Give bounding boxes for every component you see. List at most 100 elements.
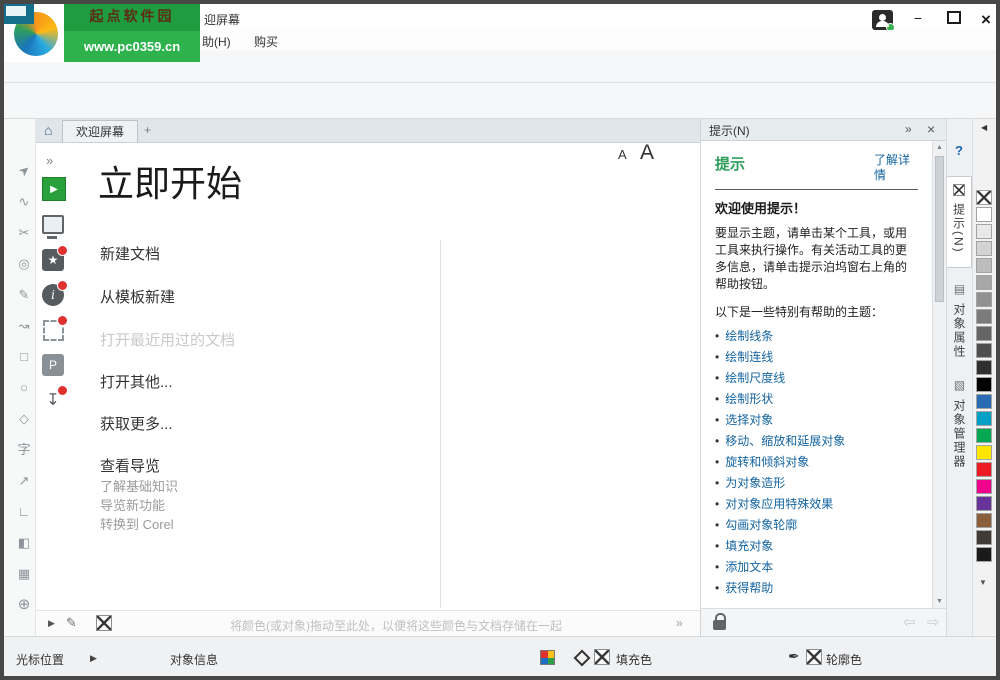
lock-icon[interactable] xyxy=(713,620,726,630)
topic-link[interactable]: 绘制连线 xyxy=(725,347,773,368)
color-swatch[interactable] xyxy=(976,411,992,426)
hints-topics-heading: 以下是一些特别有帮助的主题： xyxy=(715,303,918,320)
freehand-tool[interactable]: ✎ xyxy=(12,282,36,306)
color-swatch[interactable] xyxy=(976,496,992,511)
shape-tool[interactable]: ∿ xyxy=(12,189,36,213)
cursor-flyout-button[interactable]: ▶ xyxy=(90,653,97,664)
nav-membership[interactable]: P xyxy=(42,354,64,376)
polygon-tool[interactable]: ◇ xyxy=(12,406,36,430)
palette-flyout-button[interactable]: ▶ xyxy=(48,618,55,629)
color-swatch[interactable] xyxy=(976,258,992,273)
no-color-swatch[interactable] xyxy=(96,615,112,631)
topic-link[interactable]: 为对象造形 xyxy=(725,473,785,494)
topic-link[interactable]: 获得帮助 xyxy=(725,578,773,599)
docker-collapse-button[interactable]: » xyxy=(905,122,912,136)
artistic-media-tool[interactable]: ↝ xyxy=(12,313,36,337)
color-swatch[interactable] xyxy=(976,462,992,477)
color-swatch[interactable] xyxy=(976,207,992,222)
color-swatch[interactable] xyxy=(976,377,992,392)
tab-welcome-screen[interactable]: 欢迎屏幕 xyxy=(62,120,138,142)
color-swatch[interactable] xyxy=(976,190,992,205)
back-button[interactable]: ⇦ xyxy=(903,613,916,631)
crop-tool[interactable]: ✂ xyxy=(12,220,36,244)
scroll-up-button[interactable]: ▲ xyxy=(936,144,943,151)
link-open-other[interactable]: 打开其他... xyxy=(100,371,173,392)
link-get-more[interactable]: 获取更多... xyxy=(100,413,173,434)
topic-link[interactable]: 旋转和倾斜对象 xyxy=(725,452,809,473)
menu-item-help[interactable]: 助(H) xyxy=(202,33,231,50)
link-tour-new-features[interactable]: 导览新功能 xyxy=(100,495,165,514)
maximize-button[interactable] xyxy=(942,11,966,26)
color-swatch[interactable] xyxy=(976,445,992,460)
color-swatch[interactable] xyxy=(976,530,992,545)
topic-link[interactable]: 填充对象 xyxy=(725,536,773,557)
link-learn-basics[interactable]: 了解基础知识 xyxy=(100,476,178,495)
nav-learning[interactable]: i xyxy=(42,284,64,306)
topic-link[interactable]: 选择对象 xyxy=(725,410,773,431)
palette-overflow-button[interactable]: » xyxy=(676,616,683,630)
learn-more-link[interactable]: 了解详情 xyxy=(874,153,918,183)
fill-color-swatch[interactable] xyxy=(594,649,610,665)
topic-link[interactable]: 绘制线条 xyxy=(725,326,773,347)
document-palette-icon[interactable] xyxy=(540,650,555,665)
connector-tool[interactable]: ∟ xyxy=(12,499,36,523)
interactive-fill-tool[interactable]: ◧ xyxy=(12,530,36,554)
color-swatch[interactable] xyxy=(976,547,992,562)
topic-link[interactable]: 绘制尺度线 xyxy=(725,368,785,389)
side-tab-object-manager[interactable]: ▧ 对象管理器 xyxy=(947,371,972,479)
topic-link[interactable]: 添加文本 xyxy=(725,557,773,578)
scroll-down-button[interactable]: ▼ xyxy=(936,598,943,605)
close-button[interactable]: × xyxy=(974,11,998,28)
scrollbar-thumb[interactable] xyxy=(935,156,944,302)
color-swatch[interactable] xyxy=(976,224,992,239)
docker-scrollbar[interactable]: ▲ ▼ xyxy=(932,141,946,608)
zoom-tool[interactable]: ◎ xyxy=(12,251,36,275)
docker-close-button[interactable]: × xyxy=(927,121,935,137)
color-swatch[interactable] xyxy=(976,479,992,494)
color-swatch[interactable] xyxy=(976,513,992,528)
link-switch-to-corel[interactable]: 转换到 Corel xyxy=(100,514,174,533)
link-new-from-template[interactable]: 从模板新建 xyxy=(100,286,175,307)
topic-link[interactable]: 移动、缩放和延展对象 xyxy=(725,431,845,452)
parallel-dimension-tool[interactable]: ↗ xyxy=(12,468,36,492)
outline-color-swatch[interactable] xyxy=(806,649,822,665)
eyedropper-icon[interactable]: ✎ xyxy=(66,615,77,631)
forward-button[interactable]: ⇨ xyxy=(927,613,940,631)
color-swatch[interactable] xyxy=(976,394,992,409)
link-new-document[interactable]: 新建文档 xyxy=(100,243,160,264)
rectangle-tool[interactable]: □ xyxy=(12,344,36,368)
color-swatch[interactable] xyxy=(976,326,992,341)
new-tab-button[interactable]: + xyxy=(144,123,151,137)
topic-link[interactable]: 勾画对象轮廓 xyxy=(725,515,797,536)
ellipse-tool[interactable]: ○ xyxy=(12,375,36,399)
palette-scroll-down-button[interactable]: ▼ xyxy=(979,578,987,587)
topic-link[interactable]: 绘制形状 xyxy=(725,389,773,410)
color-swatch[interactable] xyxy=(976,428,992,443)
nav-whats-new[interactable]: ★ xyxy=(42,249,64,271)
account-icon[interactable] xyxy=(872,10,893,30)
nav-gallery[interactable] xyxy=(42,319,64,341)
welcome-nav-expand-button[interactable]: » xyxy=(46,153,53,168)
toolbox-customize-button[interactable]: ⊕ xyxy=(12,592,36,616)
color-swatch[interactable] xyxy=(976,309,992,324)
color-swatch[interactable] xyxy=(976,275,992,290)
side-tab-hints[interactable]: 提示(N) xyxy=(947,176,972,268)
color-swatch[interactable] xyxy=(976,241,992,256)
color-swatch[interactable] xyxy=(976,343,992,358)
menu-item-buy[interactable]: 购买 xyxy=(254,33,278,50)
font-size-large-button[interactable]: A xyxy=(640,141,654,165)
nav-get-started[interactable]: ▶ xyxy=(42,177,66,201)
nav-updates[interactable]: ↧ xyxy=(42,389,64,411)
home-icon[interactable]: ⌂ xyxy=(44,122,52,138)
color-swatch[interactable] xyxy=(976,360,992,375)
side-tab-object-properties[interactable]: ▤ 对象属性 xyxy=(947,275,972,363)
minimize-button[interactable]: − xyxy=(906,11,930,25)
nav-workspace[interactable] xyxy=(42,213,64,235)
color-swatch[interactable] xyxy=(976,292,992,307)
text-tool[interactable]: 字 xyxy=(12,437,36,461)
help-icon[interactable]: ? xyxy=(955,143,963,158)
mesh-fill-tool[interactable]: ▦ xyxy=(12,561,36,585)
topic-link[interactable]: 对对象应用特殊效果 xyxy=(725,494,833,515)
palette-options-button[interactable]: ◀ xyxy=(981,123,987,132)
font-size-small-button[interactable]: A xyxy=(618,147,627,162)
